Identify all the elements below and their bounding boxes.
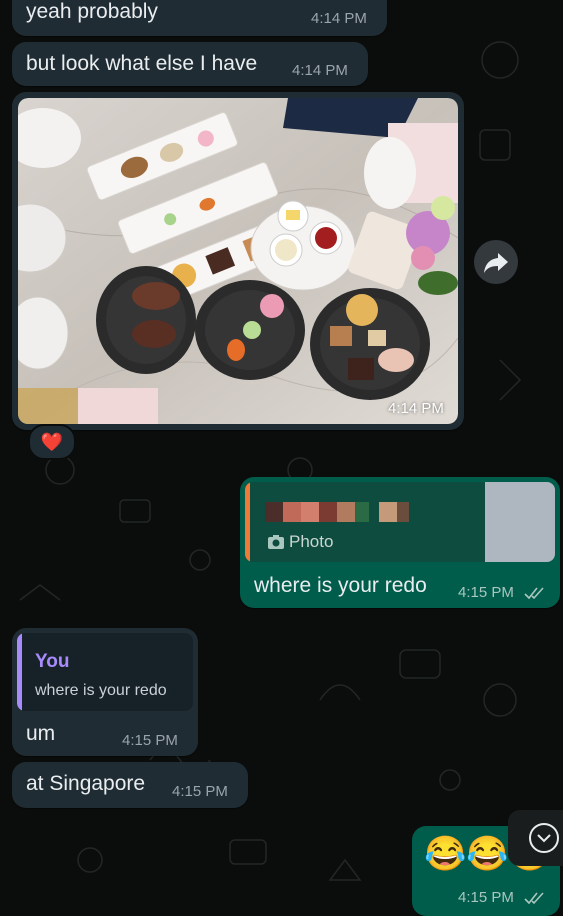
reply-accent-bar bbox=[245, 482, 250, 562]
double-check-icon bbox=[524, 587, 544, 600]
reply-label: Photo bbox=[289, 532, 334, 551]
message-time: 4:15 PM bbox=[458, 584, 514, 601]
reply-accent-bar bbox=[17, 633, 22, 711]
message-bubble[interactable]: Photo where is your redo 4:15 PM bbox=[240, 477, 560, 608]
reaction-badge[interactable]: ❤️ bbox=[28, 424, 76, 460]
photo-message[interactable]: 4:14 PM bbox=[12, 92, 464, 430]
reply-preview[interactable]: Photo bbox=[245, 482, 555, 562]
message-text: yeah probably bbox=[26, 0, 158, 23]
food-photo[interactable] bbox=[18, 98, 458, 424]
forward-arrow-icon bbox=[484, 253, 508, 273]
heart-reaction: ❤️ bbox=[40, 432, 64, 452]
message-time: 4:15 PM bbox=[122, 732, 178, 749]
forward-button[interactable] bbox=[474, 240, 518, 284]
redacted-name bbox=[265, 502, 415, 522]
message-bubble[interactable]: You where is your redo um 4:15 PM bbox=[12, 628, 198, 756]
camera-icon bbox=[268, 535, 284, 549]
message-text: um bbox=[26, 722, 56, 745]
message-bubble[interactable]: at Singapore 4:15 PM bbox=[12, 762, 248, 808]
message-text: where is your redo bbox=[254, 574, 427, 597]
chevron-down-icon bbox=[529, 823, 559, 853]
message-time: 4:15 PM bbox=[458, 889, 514, 906]
message-time: 4:14 PM bbox=[388, 400, 444, 417]
message-time: 4:15 PM bbox=[172, 783, 228, 800]
quote-author: You bbox=[35, 651, 70, 672]
message-bubble[interactable]: yeah probably 4:14 PM bbox=[12, 0, 387, 36]
reply-thumbnail bbox=[485, 482, 555, 562]
quote-text: where is your redo bbox=[35, 682, 167, 699]
message-text: but look what else I have bbox=[26, 52, 258, 75]
message-bubble[interactable]: but look what else I have 4:14 PM bbox=[12, 42, 368, 86]
message-text: at Singapore bbox=[26, 772, 146, 795]
message-time: 4:14 PM bbox=[292, 62, 348, 79]
scroll-down-button[interactable] bbox=[508, 810, 563, 866]
quoted-message[interactable]: You where is your redo bbox=[17, 633, 193, 711]
message-time: 4:14 PM bbox=[311, 10, 367, 27]
double-check-icon bbox=[524, 892, 544, 905]
